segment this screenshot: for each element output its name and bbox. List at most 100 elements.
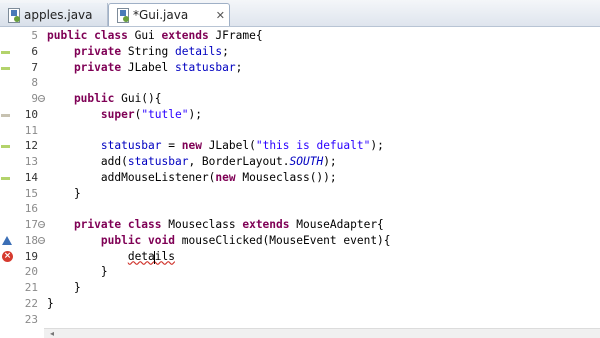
code-token: JFrame{ — [215, 29, 263, 42]
line-number: 9 — [31, 92, 38, 105]
line-number: 20 — [24, 265, 38, 279]
code-token: public — [47, 92, 122, 105]
code-token: details — [174, 44, 223, 58]
code-token: ); — [323, 155, 337, 168]
line-number: 12 — [24, 139, 38, 153]
code-line[interactable]: 5 public class Gui extends JFrame{ — [0, 28, 600, 44]
code-line[interactable]: 13 add(statusbar, BorderLayout.SOUTH); — [0, 154, 600, 170]
change-marker — [1, 50, 10, 54]
change-marker — [1, 145, 10, 149]
code-token: void — [148, 233, 182, 247]
line-number: 5 — [31, 29, 38, 42]
code-token: MouseAdapter{ — [296, 218, 384, 231]
code-token: addMouseListener( — [47, 170, 216, 184]
code-token: String — [127, 44, 175, 58]
text-cursor — [154, 250, 155, 264]
code-text[interactable]: } — [47, 280, 81, 296]
code-token: , BorderLayout. — [188, 155, 290, 168]
code-token: statusbar — [47, 139, 162, 153]
code-line[interactable]: 15 } — [0, 186, 600, 202]
fold-toggle-icon[interactable]: − — [38, 236, 45, 244]
close-tab-icon[interactable]: ✕ — [216, 9, 225, 22]
code-text[interactable]: statusbar = new JLabel("this is defualt"… — [47, 138, 384, 154]
code-line[interactable]: 14 addMouseListener(new Mouseclass()); — [0, 170, 600, 186]
code-text[interactable]: super("tutle"); — [47, 107, 202, 123]
tab-label: apples.java — [24, 7, 93, 22]
code-line[interactable]: 18− public void mouseClicked(MouseEvent … — [0, 233, 600, 249]
code-line[interactable]: 7 private JLabel statusbar; — [0, 60, 600, 76]
code-token: JLabel( — [208, 139, 256, 153]
line-number: 18 — [24, 233, 38, 247]
code-line[interactable]: × 19 details — [0, 249, 600, 265]
code-text[interactable]: addMouseListener(new Mouseclass()); — [47, 170, 337, 186]
code-token: } — [47, 186, 81, 200]
tab-apples-java[interactable]: apples.java — [0, 3, 108, 26]
code-line[interactable]: 8 — [0, 75, 600, 91]
code-token: "this is defualt" — [255, 139, 371, 153]
code-token: Mouseclass()); — [242, 170, 337, 184]
code-line[interactable]: 21 } — [0, 280, 600, 296]
line-number: 23 — [24, 312, 38, 326]
code-token: JLabel — [127, 60, 175, 74]
code-line[interactable]: 22} — [0, 296, 600, 312]
code-token: private — [47, 60, 128, 74]
change-marker — [1, 176, 10, 180]
code-line[interactable]: 20 } — [0, 264, 600, 280]
code-token: new — [181, 139, 209, 153]
line-number: 15 — [24, 186, 38, 200]
code-token: ); — [188, 107, 202, 121]
code-line[interactable]: 11 — [0, 123, 600, 139]
code-token: extends — [161, 29, 216, 42]
code-text[interactable]: private String details; — [47, 44, 229, 60]
fold-toggle-icon[interactable]: − — [38, 95, 45, 103]
line-number: 16 — [24, 202, 38, 216]
code-text[interactable]: public Gui(){ — [47, 91, 162, 107]
editor-tab-bar: apples.java *Gui.java ✕ — [0, 0, 600, 27]
code-text[interactable]: } — [47, 264, 108, 280]
code-line[interactable]: 9− public Gui(){ — [0, 91, 600, 107]
line-number: 19 — [24, 249, 38, 263]
tab-gui-java[interactable]: *Gui.java ✕ — [108, 3, 230, 26]
code-token: public — [47, 29, 95, 42]
code-token: ; — [235, 60, 243, 74]
code-token: } — [47, 265, 108, 279]
code-line[interactable]: 23 — [0, 312, 600, 328]
code-line[interactable]: 6 private String details; — [0, 44, 600, 60]
code-line[interactable]: 10 super("tutle"); — [0, 107, 600, 123]
code-text[interactable]: } — [47, 186, 81, 202]
change-marker — [1, 113, 10, 117]
code-token: class — [94, 29, 135, 42]
code-token: mouseClicked(MouseEvent event){ — [181, 233, 391, 247]
fold-toggle-icon[interactable]: − — [38, 221, 45, 229]
code-token: "tutle" — [141, 107, 189, 121]
code-line[interactable]: 16 — [0, 201, 600, 217]
code-token: super — [47, 107, 135, 121]
code-text[interactable]: private JLabel statusbar; — [47, 60, 242, 76]
code-text[interactable]: public class Gui extends JFrame{ — [47, 28, 263, 44]
code-token: add( — [47, 155, 128, 168]
code-token: statusbar — [174, 60, 236, 74]
code-text[interactable]: add(statusbar, BorderLayout.SOUTH); — [47, 154, 337, 170]
line-number: 13 — [24, 155, 38, 168]
line-number: 6 — [31, 44, 38, 58]
code-token: ; — [222, 44, 229, 58]
code-token: } — [47, 281, 81, 294]
code-text[interactable]: private class Mouseclass extends MouseAd… — [47, 217, 384, 233]
error-icon[interactable]: × — [2, 250, 13, 262]
code-token: Gui — [134, 29, 162, 42]
line-number: 21 — [24, 281, 38, 294]
code-token: } — [47, 296, 54, 310]
line-number: 17 — [24, 218, 38, 231]
code-line[interactable]: 12 statusbar = new JLabel("this is defua… — [0, 138, 600, 154]
code-text[interactable]: public void mouseClicked(MouseEvent even… — [47, 233, 391, 249]
code-token: Gui(){ — [121, 92, 162, 105]
line-number: 22 — [24, 296, 38, 310]
code-text[interactable]: details — [47, 249, 175, 265]
code-line[interactable]: 17− private class Mouseclass extends Mou… — [0, 217, 600, 233]
line-number: 7 — [31, 60, 38, 74]
code-text[interactable]: } — [47, 296, 54, 312]
code-token: statusbar — [127, 155, 189, 168]
java-file-icon — [8, 7, 20, 23]
line-number: 10 — [24, 107, 38, 121]
